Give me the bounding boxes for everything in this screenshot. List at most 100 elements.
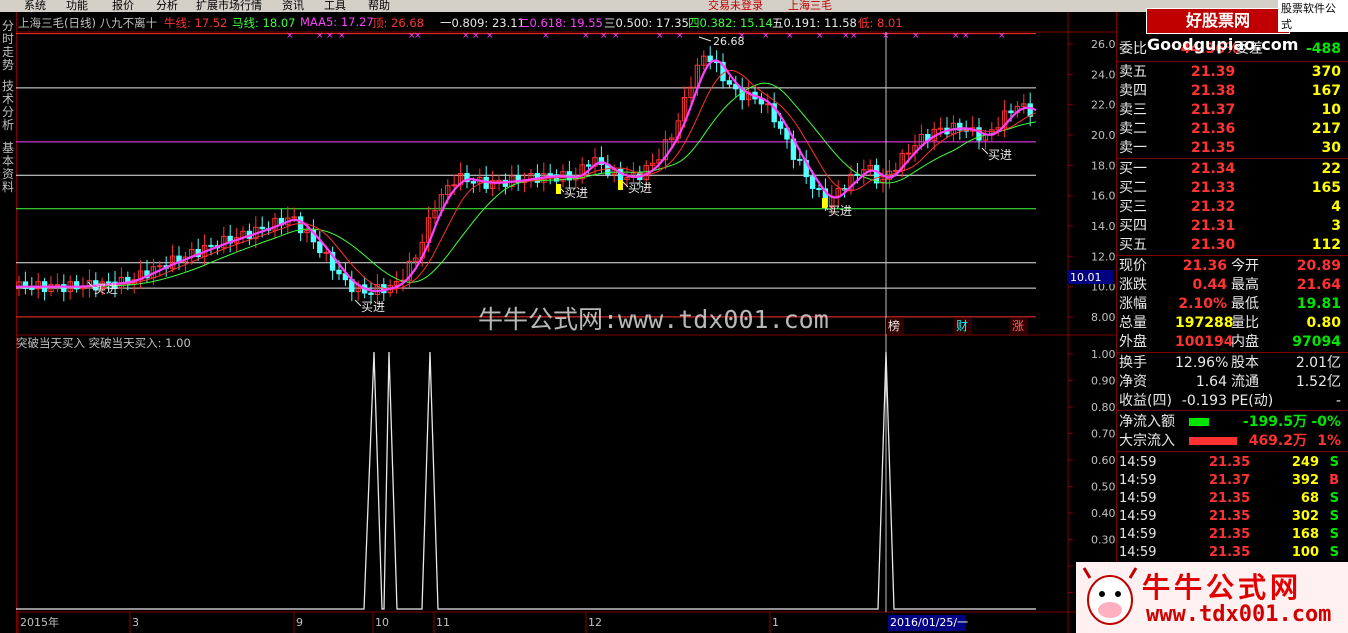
quote-value: 0.44 bbox=[1192, 277, 1227, 293]
quote-label: 现价 bbox=[1119, 258, 1147, 274]
candle-body bbox=[905, 152, 912, 155]
top-marker: × bbox=[912, 31, 920, 41]
candle-body bbox=[54, 284, 61, 287]
site-logo-top: 好股票网Goodgupiao.com bbox=[1146, 8, 1298, 54]
candle-body bbox=[893, 170, 899, 173]
maa5-value: MAA5: 17.27 bbox=[300, 15, 374, 29]
tick-row-2: 14:59 21.35 68 S bbox=[1119, 489, 1345, 508]
date-tick-label: 12 bbox=[588, 616, 602, 629]
menu-quote[interactable]: 报价 bbox=[112, 0, 134, 12]
fib2-value: 二0.618: 19.55 bbox=[518, 16, 603, 30]
candle-body bbox=[368, 292, 374, 295]
top-marker: × bbox=[786, 31, 794, 41]
ind-tick-label: 0.30 bbox=[1091, 534, 1116, 547]
quote-label2: 今开 bbox=[1231, 258, 1259, 274]
tab-fundamental[interactable]: 基本资料 bbox=[0, 142, 16, 196]
menu-ext-market[interactable]: 扩展市场行情 bbox=[196, 0, 262, 12]
tick-vol: 302 bbox=[1291, 509, 1319, 524]
menu-analysis[interactable]: 分析 bbox=[156, 0, 178, 12]
ask-price: 21.36 bbox=[1191, 121, 1236, 137]
date-tick-label: 1 bbox=[772, 616, 779, 629]
ma-purple-line bbox=[16, 59, 1037, 293]
top-marker: × bbox=[998, 31, 1006, 41]
stats-value2: 2.01亿 bbox=[1295, 355, 1341, 371]
bid-row-4: 买四 21.31 3 bbox=[1119, 217, 1345, 236]
tick-side: S bbox=[1329, 527, 1339, 542]
top-marker: × bbox=[762, 31, 770, 41]
quote-label: 总量 bbox=[1119, 315, 1147, 331]
quote-value: 21.36 bbox=[1182, 258, 1227, 274]
quote-value: 100194 bbox=[1175, 334, 1234, 350]
tick-vol: 68 bbox=[1300, 491, 1319, 506]
bid-vol: 4 bbox=[1331, 199, 1341, 215]
date-tick-label: 11 bbox=[436, 616, 450, 629]
bid-label: 买四 bbox=[1119, 218, 1147, 234]
logo-bottom-line1: 牛牛公式网 bbox=[1142, 571, 1303, 604]
quote-row-4: 外盘 100194 内盘 97094 bbox=[1119, 333, 1345, 352]
ask-vol: 167 bbox=[1311, 83, 1341, 99]
flow-bar bbox=[1189, 437, 1237, 445]
buy-label-4: 买进 bbox=[828, 204, 852, 218]
sep-3 bbox=[1117, 255, 1348, 256]
quote-row-0: 现价 21.36 今开 20.89 bbox=[1119, 257, 1345, 276]
ask-vol: 370 bbox=[1311, 64, 1341, 80]
sep-6 bbox=[1117, 451, 1348, 452]
top-marker: × bbox=[462, 31, 470, 41]
ind-tick-label: 1.00 bbox=[1091, 348, 1116, 361]
ask-price: 21.39 bbox=[1191, 64, 1236, 80]
flow-label: 净流入额 bbox=[1119, 414, 1175, 430]
stats-value2: - bbox=[1335, 393, 1341, 409]
stats-row-2: 收益(四) -0.193 PE(动) - bbox=[1119, 392, 1345, 411]
top-marker: × bbox=[676, 31, 684, 41]
bid-label: 买二 bbox=[1119, 180, 1147, 196]
menu-news[interactable]: 资讯 bbox=[282, 0, 304, 12]
bid-price: 21.34 bbox=[1191, 161, 1236, 177]
top-marker: × bbox=[962, 31, 970, 41]
bid-vol: 22 bbox=[1321, 161, 1341, 177]
tab-technical[interactable]: 技术分析 bbox=[0, 80, 16, 134]
ask-price: 21.35 bbox=[1191, 140, 1236, 156]
date-tick-label: 9 bbox=[296, 616, 303, 629]
tick-time: 14:59 bbox=[1119, 455, 1157, 470]
tick-side: B bbox=[1329, 473, 1339, 488]
top-marker: × bbox=[582, 31, 590, 41]
ask-label: 卖三 bbox=[1119, 102, 1147, 118]
menu-function[interactable]: 功能 bbox=[66, 0, 88, 12]
tick-row-4: 14:59 21.35 168 S bbox=[1119, 525, 1345, 544]
ind-tick-label: 0.90 bbox=[1091, 375, 1116, 388]
menu-tools[interactable]: 工具 bbox=[324, 0, 346, 12]
bid-label: 买五 bbox=[1119, 237, 1147, 253]
stats-label2: 股本 bbox=[1231, 355, 1259, 371]
bid-label: 买三 bbox=[1119, 199, 1147, 215]
sep-5 bbox=[1117, 410, 1348, 411]
buy-label-1: 买进 bbox=[361, 300, 385, 314]
peak-arrow bbox=[698, 36, 712, 42]
quote-label: 涨跌 bbox=[1119, 277, 1147, 293]
bottom-marker-1: 财 bbox=[956, 319, 968, 333]
ask-row-2: 卖二 21.36 217 bbox=[1119, 120, 1345, 139]
top-marker: × bbox=[472, 31, 480, 41]
quote-label: 涨幅 bbox=[1119, 296, 1147, 312]
tick-time: 14:59 bbox=[1119, 473, 1157, 488]
bid-vol: 112 bbox=[1311, 237, 1341, 253]
tick-price: 21.35 bbox=[1209, 455, 1251, 470]
stats-value: 12.96% bbox=[1175, 355, 1229, 371]
candle-body bbox=[451, 184, 457, 187]
bottom-marker-0: 榜 bbox=[888, 318, 900, 333]
top-marker: × bbox=[850, 31, 858, 41]
stats-row-0: 换手 12.96% 股本 2.01亿 bbox=[1119, 354, 1345, 373]
login-status[interactable]: 交易未登录 bbox=[708, 0, 763, 12]
tab-intraday[interactable]: 分时走势 bbox=[0, 20, 16, 74]
bid-row-5: 买五 21.30 112 bbox=[1119, 236, 1345, 255]
buy-label-5: 买进 bbox=[988, 148, 1012, 162]
ind-tick-label: 0.40 bbox=[1091, 507, 1116, 520]
ask-row-4: 卖四 21.38 167 bbox=[1119, 82, 1345, 101]
top-marker: × bbox=[816, 31, 824, 41]
top-marker: × bbox=[842, 31, 850, 41]
signal-candle-1 bbox=[618, 180, 623, 190]
quote-row-2: 涨幅 2.10% 最低 19.81 bbox=[1119, 295, 1345, 314]
menu-help[interactable]: 帮助 bbox=[368, 0, 390, 12]
candle-body bbox=[1008, 110, 1014, 114]
stats-value2: 1.52亿 bbox=[1295, 374, 1341, 390]
menu-system[interactable]: 系统 bbox=[24, 0, 46, 12]
